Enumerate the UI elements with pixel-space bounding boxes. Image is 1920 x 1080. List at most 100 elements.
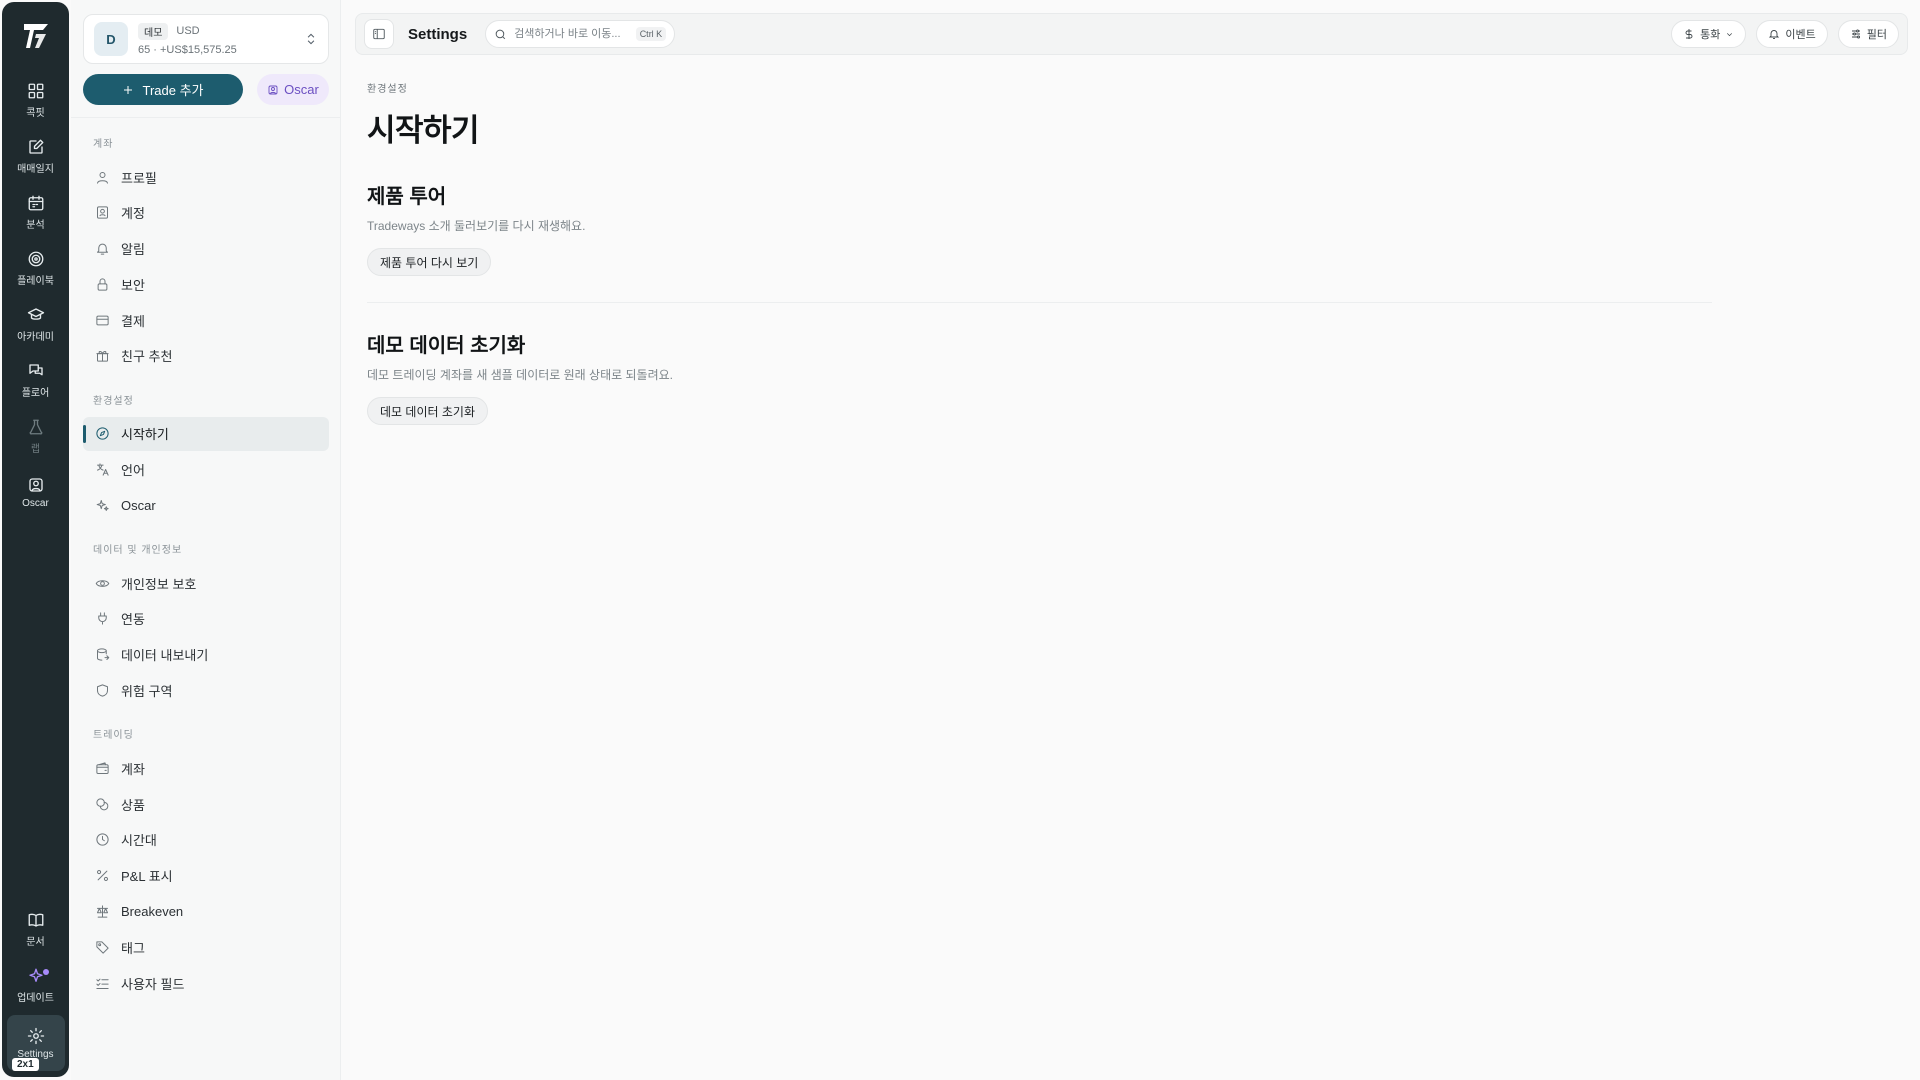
rail-item-label: 매매일지 — [17, 163, 54, 175]
rail-item-docs[interactable]: 문서 — [7, 903, 65, 955]
nav-item-timezone[interactable]: 시간대 — [83, 823, 329, 857]
account-switcher[interactable]: D 데모 USD 65 · +US$15,575.25 — [83, 14, 329, 64]
book-icon — [28, 913, 43, 927]
percent-icon — [97, 870, 108, 882]
nav-item-notifications[interactable]: 알림 — [83, 232, 329, 266]
scale-icon — [97, 905, 108, 918]
bell-icon — [1769, 30, 1780, 39]
shield-icon — [97, 684, 108, 697]
oscar-button[interactable]: Oscar — [257, 74, 329, 105]
app-logo-icon[interactable] — [16, 16, 56, 56]
rail-item-playbook[interactable]: 플레이북 — [7, 242, 65, 294]
nav-item-label: 사용자 필드 — [121, 976, 185, 992]
nav-item-instruments[interactable]: 상품 — [83, 787, 329, 821]
nav-item-custom-fields[interactable]: 사용자 필드 — [83, 966, 329, 1000]
sparkles-icon — [96, 499, 109, 511]
nav-item-tags[interactable]: 태그 — [83, 930, 329, 964]
nav-item-label: 개인정보 보호 — [121, 576, 197, 592]
account-summary: 65 · +US$15,575.25 — [138, 43, 237, 56]
nav-section-title: 데이터 및 개인정보 — [93, 545, 183, 557]
add-trade-label: Trade 추가 — [142, 83, 204, 98]
nav-item-label: P&L 표시 — [121, 869, 173, 885]
account-currency: USD — [176, 25, 200, 37]
search-icon — [495, 29, 506, 39]
section-page-title: 시작하기 — [367, 113, 480, 148]
currency-button[interactable]: 통화 — [1671, 20, 1747, 48]
nav-item-label: 친구 추천 — [121, 349, 173, 365]
nav-item-security[interactable]: 보안 — [83, 267, 329, 301]
rail-item-journal[interactable]: 매매일지 — [7, 130, 65, 182]
sidebar-toggle-button[interactable] — [364, 19, 394, 49]
nav-item-language[interactable]: 언어 — [83, 453, 329, 487]
rail-item-analysis[interactable]: 분석 — [7, 186, 65, 238]
nav-item-label: 데이터 내보내기 — [121, 648, 209, 664]
nav-item-billing[interactable]: 결제 — [83, 303, 329, 337]
nav-item-oscar[interactable]: Oscar — [83, 488, 329, 522]
search-bar[interactable]: Ctrl K — [485, 20, 676, 48]
currency-label: 통화 — [1700, 29, 1721, 41]
nav-item-referral[interactable]: 친구 추천 — [83, 339, 329, 373]
rail-item-label: 랩 — [30, 443, 41, 455]
graduation-cap-icon — [27, 307, 44, 320]
rail-item-updates[interactable]: 업데이트 — [7, 959, 65, 1011]
nav-item-label: 프로필 — [121, 170, 157, 186]
chevron-up-down-icon — [304, 32, 318, 46]
events-button[interactable]: 이벤트 — [1756, 20, 1828, 48]
nav-item-label: Breakeven — [121, 904, 184, 920]
filter-button[interactable]: 필터 — [1837, 20, 1899, 48]
flask-icon — [29, 419, 42, 434]
nav-item-breakeven[interactable]: Breakeven — [83, 895, 329, 929]
nav-item-pnl-display[interactable]: P&L 표시 — [83, 859, 329, 893]
journal-icon — [28, 139, 43, 154]
nav-item-danger-zone[interactable]: 위험 구역 — [83, 674, 329, 708]
bell-icon — [97, 243, 108, 255]
rail-item-cockpit[interactable]: 콕핏 — [7, 74, 65, 126]
rail-item-label: Oscar — [22, 497, 49, 509]
nav-item-data-export[interactable]: 데이터 내보내기 — [83, 638, 329, 672]
nav-item-profile[interactable]: 프로필 — [83, 160, 329, 194]
dashboard-icon — [28, 83, 43, 98]
search-input[interactable] — [514, 28, 625, 40]
zoom-badge: 2x1 — [12, 1058, 39, 1071]
nav-item-label: 결제 — [121, 313, 145, 329]
nav-item-label: 보안 — [121, 277, 145, 293]
rail-item-label: 아카데미 — [17, 331, 54, 343]
add-trade-button[interactable]: Trade 추가 — [83, 74, 243, 105]
search-shortcut: Ctrl K — [635, 27, 667, 41]
rail-item-label: 문서 — [26, 936, 45, 948]
rail-item-academy[interactable]: 아카데미 — [7, 298, 65, 350]
compass-icon — [96, 427, 109, 440]
plug-icon — [98, 612, 107, 626]
nav-item-privacy[interactable]: 개인정보 보호 — [83, 566, 329, 600]
nav-item-label: 언어 — [121, 463, 145, 479]
rail-item-lab[interactable]: 랩 — [7, 410, 65, 462]
sliders-icon — [1851, 29, 1860, 39]
rail-item-oscar[interactable]: Oscar — [7, 466, 65, 518]
nav-section-title: 계좌 — [93, 139, 114, 150]
reset-demo-button[interactable]: 데모 데이터 초기화 — [367, 397, 488, 425]
divider — [71, 117, 341, 118]
user-icon — [97, 171, 108, 184]
nav-section-title: 트레이딩 — [93, 730, 134, 742]
nav-item-trading-accounts[interactable]: 계좌 — [83, 751, 329, 785]
account-info: 데모 USD 65 · +US$15,575.25 — [138, 22, 304, 56]
coins-icon — [96, 798, 109, 810]
sidebar-toggle-icon — [373, 28, 385, 40]
events-label: 이벤트 — [1785, 29, 1816, 41]
rail-item-floor[interactable]: 플로어 — [7, 354, 65, 406]
nav-item-label: 계정 — [121, 206, 145, 222]
nav-item-getting-started[interactable]: 시작하기 — [83, 416, 329, 451]
nav-section-title: 환경설정 — [93, 395, 134, 407]
target-icon — [28, 251, 43, 266]
nav-item-label: 시간대 — [121, 833, 157, 849]
product-tour-description: Tradeways 소개 둘러보기를 다시 재생해요. — [367, 219, 586, 233]
tag-icon — [96, 941, 109, 954]
settings-nav: 계좌 프로필 계정 알림 보안 결제 친구 추천 환경설정 시작하기 언어 Os… — [83, 128, 329, 1002]
breadcrumb: 환경설정 — [367, 84, 408, 95]
clock-icon — [96, 833, 109, 847]
oscar-icon — [268, 85, 278, 94]
reset-demo-section: 데모 데이터 초기화 데모 트레이딩 계좌를 새 샘플 데이터로 원래 상태로 … — [367, 329, 1712, 425]
replay-tour-button[interactable]: 제품 투어 다시 보기 — [367, 248, 492, 276]
nav-item-account[interactable]: 계정 — [83, 196, 329, 230]
nav-item-integrations[interactable]: 연동 — [83, 602, 329, 636]
